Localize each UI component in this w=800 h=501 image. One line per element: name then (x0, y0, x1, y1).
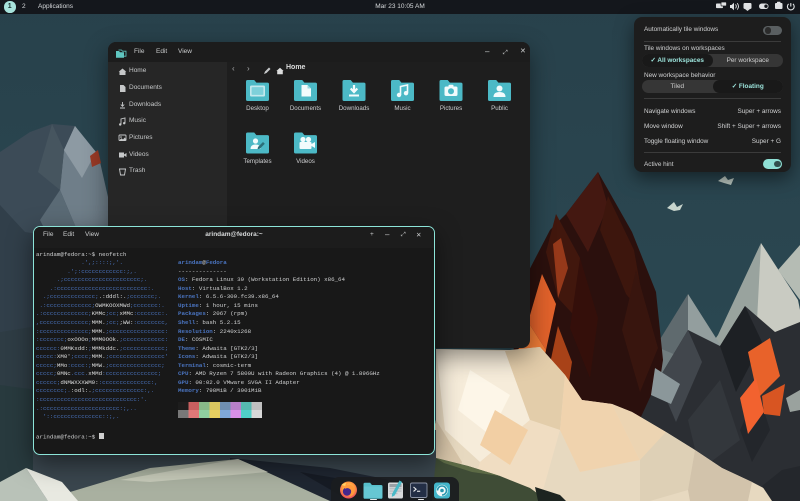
svg-text:Downloads: Downloads (339, 105, 370, 112)
svg-text:Videos: Videos (296, 158, 315, 165)
svg-text:Templates: Templates (243, 158, 271, 165)
svg-text:Public: Public (491, 105, 508, 112)
svg-text:Documents: Documents (290, 105, 321, 112)
svg-text:Pictures: Pictures (440, 105, 462, 112)
svg-text:Desktop: Desktop (246, 105, 269, 112)
svg-text:Music: Music (394, 105, 410, 112)
